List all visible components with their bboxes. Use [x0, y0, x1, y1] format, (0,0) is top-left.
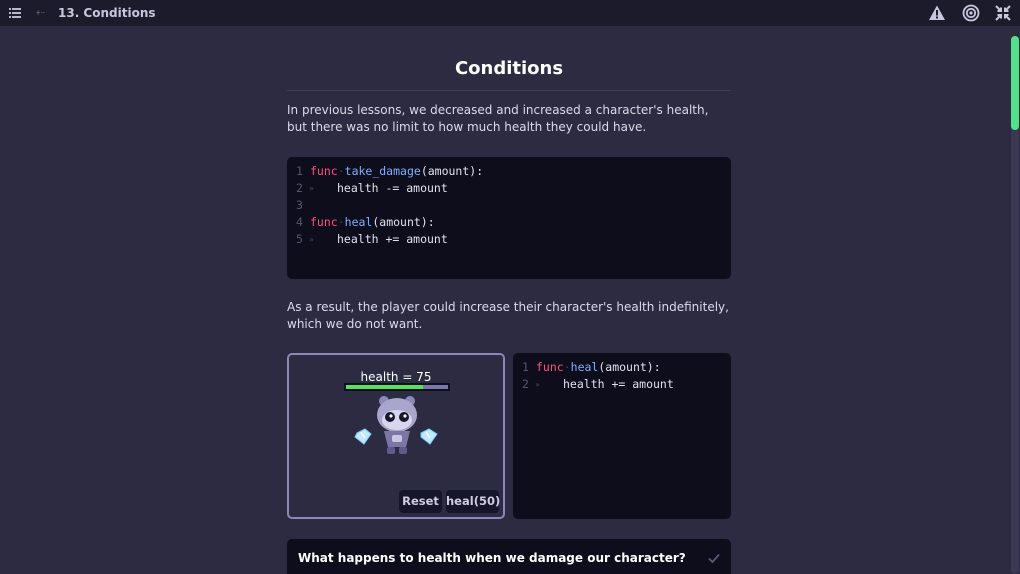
intro-paragraph: In previous lessons, we decreased and in… [287, 103, 709, 134]
code-line: 2 » health += amount [513, 376, 731, 393]
code-keyword: func [310, 164, 338, 178]
code-params: (amount): [420, 164, 484, 178]
line-number: 3 [296, 198, 303, 212]
page-title: Conditions [454, 58, 564, 79]
code-keyword: func [310, 215, 338, 229]
code-line: 5 » health += amount [287, 231, 731, 248]
code-function-name: heal [570, 360, 599, 374]
scrollbar-thumb[interactable] [1011, 36, 1019, 130]
quiz-question-text: What happens to health when we damage ou… [298, 551, 686, 565]
result-paragraph: As a result, the player could increase t… [287, 300, 729, 331]
code-params: (amount): [598, 360, 661, 374]
code-statement: health -= amount [337, 181, 448, 195]
fullscreen-exit-icon[interactable] [995, 5, 1011, 21]
checkmark-icon [708, 553, 720, 564]
lesson-title: 13. Conditions [58, 6, 156, 20]
code-function-name: take_damage [344, 164, 421, 178]
gear-icon[interactable] [962, 4, 980, 22]
title-divider [287, 90, 731, 91]
line-number: 4 [296, 215, 303, 229]
code-line: 3 [287, 197, 731, 214]
code-line: 4 func·heal(amount): [287, 214, 731, 231]
code-function-definition: func·take_damage(amount): [310, 164, 484, 178]
health-bar [344, 383, 450, 391]
code-function-definition: func·heal(amount): [310, 215, 435, 229]
health-label: health = 75 [360, 370, 432, 384]
code-line: 2 » health -= amount [287, 180, 731, 197]
line-number: 2 [522, 377, 529, 391]
code-statement: health += amount [337, 232, 448, 246]
line-number: 5 [296, 232, 303, 246]
hamburger-menu-icon[interactable] [9, 7, 21, 19]
indent-marker-icon: » [309, 184, 314, 193]
code-function-name: heal [344, 215, 373, 229]
indent-marker-icon: » [309, 235, 314, 244]
line-number: 1 [296, 164, 303, 178]
health-bar-fill [346, 385, 423, 389]
game-demo-panel: health = 75 Reset heal(50) [287, 353, 505, 519]
indent-marker-icon: » [535, 380, 540, 389]
code-line: 1 func·take_damage(amount): [287, 163, 731, 180]
top-bar: ⇠ 13. Conditions [0, 0, 1020, 26]
warning-triangle-icon[interactable] [928, 4, 946, 22]
code-example-health: 1 func·take_damage(amount): 2 » health -= am… [287, 157, 731, 279]
line-number: 1 [522, 360, 529, 374]
line-number: 2 [296, 181, 303, 195]
robot-character-icon [354, 396, 438, 454]
heal-button[interactable]: heal(50) [446, 490, 500, 513]
quiz-question-bar[interactable]: What happens to health when we damage ou… [287, 539, 731, 574]
code-function-definition: func·heal(amount): [536, 360, 661, 374]
code-example-heal: 1 func·heal(amount): 2 » health += amount [513, 353, 731, 519]
health-bar-remaining [423, 385, 448, 389]
code-params: (amount): [372, 215, 435, 229]
code-keyword: func [536, 360, 564, 374]
reset-button[interactable]: Reset [399, 490, 442, 513]
code-statement: health += amount [563, 377, 674, 391]
arrow-left-icon[interactable]: ⇠ [36, 6, 45, 20]
code-line: 1 func·heal(amount): [513, 359, 731, 376]
